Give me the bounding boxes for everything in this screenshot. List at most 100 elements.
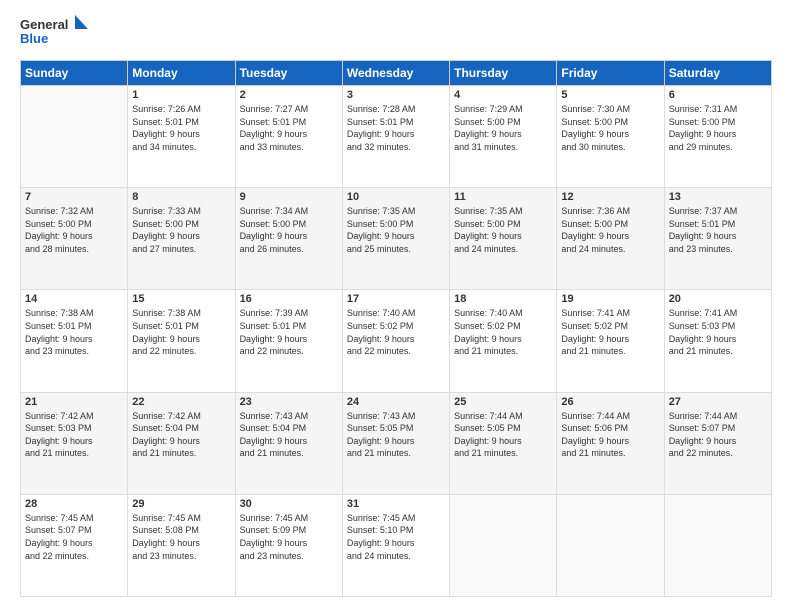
day-info: Sunrise: 7:45 AM Sunset: 5:10 PM Dayligh… — [347, 512, 445, 562]
calendar-cell: 10 Sunrise: 7:35 AM Sunset: 5:00 PM Dayli… — [342, 188, 449, 290]
day-number: 23 — [240, 396, 338, 408]
day-number: 26 — [561, 396, 659, 408]
day-info: Sunrise: 7:26 AM Sunset: 5:01 PM Dayligh… — [132, 103, 230, 153]
day-number: 4 — [454, 89, 552, 101]
calendar-cell: 5 Sunrise: 7:30 AM Sunset: 5:00 PM Daylig… — [557, 86, 664, 188]
calendar-cell: 21 Sunrise: 7:42 AM Sunset: 5:03 PM Dayli… — [21, 392, 128, 494]
day-info: Sunrise: 7:36 AM Sunset: 5:00 PM Dayligh… — [561, 205, 659, 255]
day-info: Sunrise: 7:31 AM Sunset: 5:00 PM Dayligh… — [669, 103, 767, 153]
day-number: 31 — [347, 498, 445, 510]
calendar-cell: 12Sunrise: 7:36 AM Sunset: 5:00 PM Dayli… — [557, 188, 664, 290]
calendar-cell: 3Sunrise: 7:28 AM Sunset: 5:01 PM Daylig… — [342, 86, 449, 188]
calendar-header-row: SundayMondayTuesdayWednesdayThursdayFrid… — [21, 61, 772, 86]
day-number: 20 — [669, 293, 767, 305]
svg-text:Blue: Blue — [20, 31, 48, 46]
day-info: Sunrise: 7:45 AM Sunset: 5:08 PM Dayligh… — [132, 512, 230, 562]
day-info: Sunrise: 7:30 AM Sunset: 5:00 PM Dayligh… — [561, 103, 659, 153]
calendar-header-monday: Monday — [128, 61, 235, 86]
day-info: Sunrise: 7:42 AM Sunset: 5:03 PM Dayligh… — [25, 410, 123, 460]
day-number: 6 — [669, 89, 767, 101]
calendar-header-friday: Friday — [557, 61, 664, 86]
day-info: Sunrise: 7:29 AM Sunset: 5:00 PM Dayligh… — [454, 103, 552, 153]
day-info: Sunrise: 7:28 AM Sunset: 5:01 PM Dayligh… — [347, 103, 445, 153]
calendar-cell: 19Sunrise: 7:41 AM Sunset: 5:02 PM Dayli… — [557, 290, 664, 392]
calendar-cell: 30 Sunrise: 7:45 AM Sunset: 5:09 PM Dayli… — [235, 494, 342, 596]
header: GeneralBlue — [20, 15, 772, 50]
day-info: Sunrise: 7:39 AM Sunset: 5:01 PM Dayligh… — [240, 307, 338, 357]
calendar-cell: 23 Sunrise: 7:43 AM Sunset: 5:04 PM Dayli… — [235, 392, 342, 494]
day-info: Sunrise: 7:38 AM Sunset: 5:01 PM Dayligh… — [132, 307, 230, 357]
calendar-cell: 6 Sunrise: 7:31 AM Sunset: 5:00 PM Daylig… — [664, 86, 771, 188]
calendar-cell: 1 Sunrise: 7:26 AM Sunset: 5:01 PM Daylig… — [128, 86, 235, 188]
calendar-cell: 17Sunrise: 7:40 AM Sunset: 5:02 PM Dayli… — [342, 290, 449, 392]
calendar-cell: 31 Sunrise: 7:45 AM Sunset: 5:10 PM Dayli… — [342, 494, 449, 596]
day-info: Sunrise: 7:40 AM Sunset: 5:02 PM Dayligh… — [347, 307, 445, 357]
day-info: Sunrise: 7:41 AM Sunset: 5:03 PM Dayligh… — [669, 307, 767, 357]
day-number: 24 — [347, 396, 445, 408]
day-number: 10 — [347, 191, 445, 203]
day-info: Sunrise: 7:43 AM Sunset: 5:05 PM Dayligh… — [347, 410, 445, 460]
day-info: Sunrise: 7:45 AM Sunset: 5:07 PM Dayligh… — [25, 512, 123, 562]
calendar-cell: 2Sunrise: 7:27 AM Sunset: 5:01 PM Daylig… — [235, 86, 342, 188]
calendar-week-5: 28Sunrise: 7:45 AM Sunset: 5:07 PM Dayli… — [21, 494, 772, 596]
calendar-cell — [450, 494, 557, 596]
calendar-cell: 24 Sunrise: 7:43 AM Sunset: 5:05 PM Dayli… — [342, 392, 449, 494]
day-info: Sunrise: 7:44 AM Sunset: 5:07 PM Dayligh… — [669, 410, 767, 460]
calendar-cell: 27 Sunrise: 7:44 AM Sunset: 5:07 PM Dayli… — [664, 392, 771, 494]
calendar-header-thursday: Thursday — [450, 61, 557, 86]
day-info: Sunrise: 7:35 AM Sunset: 5:00 PM Dayligh… — [347, 205, 445, 255]
day-number: 21 — [25, 396, 123, 408]
day-number: 8 — [132, 191, 230, 203]
day-number: 14 — [25, 293, 123, 305]
calendar-table: SundayMondayTuesdayWednesdayThursdayFrid… — [20, 60, 772, 597]
day-number: 27 — [669, 396, 767, 408]
day-info: Sunrise: 7:44 AM Sunset: 5:05 PM Dayligh… — [454, 410, 552, 460]
calendar-cell: 16 Sunrise: 7:39 AM Sunset: 5:01 PM Dayli… — [235, 290, 342, 392]
calendar-header-sunday: Sunday — [21, 61, 128, 86]
logo-svg: GeneralBlue — [20, 15, 90, 50]
calendar-cell: 28Sunrise: 7:45 AM Sunset: 5:07 PM Dayli… — [21, 494, 128, 596]
day-number: 5 — [561, 89, 659, 101]
day-number: 15 — [132, 293, 230, 305]
calendar-cell: 20 Sunrise: 7:41 AM Sunset: 5:03 PM Dayli… — [664, 290, 771, 392]
day-number: 25 — [454, 396, 552, 408]
day-number: 19 — [561, 293, 659, 305]
calendar-cell: 14 Sunrise: 7:38 AM Sunset: 5:01 PM Dayli… — [21, 290, 128, 392]
calendar-week-4: 21 Sunrise: 7:42 AM Sunset: 5:03 PM Dayli… — [21, 392, 772, 494]
day-info: Sunrise: 7:33 AM Sunset: 5:00 PM Dayligh… — [132, 205, 230, 255]
day-info: Sunrise: 7:43 AM Sunset: 5:04 PM Dayligh… — [240, 410, 338, 460]
day-number: 18 — [454, 293, 552, 305]
day-number: 29 — [132, 498, 230, 510]
calendar-cell: 4 Sunrise: 7:29 AM Sunset: 5:00 PM Daylig… — [450, 86, 557, 188]
day-info: Sunrise: 7:45 AM Sunset: 5:09 PM Dayligh… — [240, 512, 338, 562]
calendar-header-saturday: Saturday — [664, 61, 771, 86]
calendar-cell — [557, 494, 664, 596]
day-info: Sunrise: 7:37 AM Sunset: 5:01 PM Dayligh… — [669, 205, 767, 255]
day-info: Sunrise: 7:38 AM Sunset: 5:01 PM Dayligh… — [25, 307, 123, 357]
calendar-cell: 22Sunrise: 7:42 AM Sunset: 5:04 PM Dayli… — [128, 392, 235, 494]
page: GeneralBlue SundayMondayTuesdayWednesday… — [0, 0, 792, 612]
calendar-cell: 29 Sunrise: 7:45 AM Sunset: 5:08 PM Dayli… — [128, 494, 235, 596]
calendar-header-tuesday: Tuesday — [235, 61, 342, 86]
calendar-cell — [21, 86, 128, 188]
day-number: 1 — [132, 89, 230, 101]
day-number: 13 — [669, 191, 767, 203]
calendar-header-wednesday: Wednesday — [342, 61, 449, 86]
day-number: 11 — [454, 191, 552, 203]
calendar-cell: 18Sunrise: 7:40 AM Sunset: 5:02 PM Dayli… — [450, 290, 557, 392]
calendar-cell: 11 Sunrise: 7:35 AM Sunset: 5:00 PM Dayli… — [450, 188, 557, 290]
calendar-cell: 26 Sunrise: 7:44 AM Sunset: 5:06 PM Dayli… — [557, 392, 664, 494]
calendar-cell: 8 Sunrise: 7:33 AM Sunset: 5:00 PM Daylig… — [128, 188, 235, 290]
calendar-cell: 25 Sunrise: 7:44 AM Sunset: 5:05 PM Dayli… — [450, 392, 557, 494]
day-info: Sunrise: 7:44 AM Sunset: 5:06 PM Dayligh… — [561, 410, 659, 460]
day-number: 2 — [240, 89, 338, 101]
calendar-cell: 15 Sunrise: 7:38 AM Sunset: 5:01 PM Dayli… — [128, 290, 235, 392]
day-info: Sunrise: 7:34 AM Sunset: 5:00 PM Dayligh… — [240, 205, 338, 255]
day-number: 16 — [240, 293, 338, 305]
logo: GeneralBlue — [20, 15, 90, 50]
day-number: 22 — [132, 396, 230, 408]
calendar-cell: 7Sunrise: 7:32 AM Sunset: 5:00 PM Daylig… — [21, 188, 128, 290]
day-info: Sunrise: 7:35 AM Sunset: 5:00 PM Dayligh… — [454, 205, 552, 255]
calendar-week-1: 1 Sunrise: 7:26 AM Sunset: 5:01 PM Daylig… — [21, 86, 772, 188]
day-number: 30 — [240, 498, 338, 510]
